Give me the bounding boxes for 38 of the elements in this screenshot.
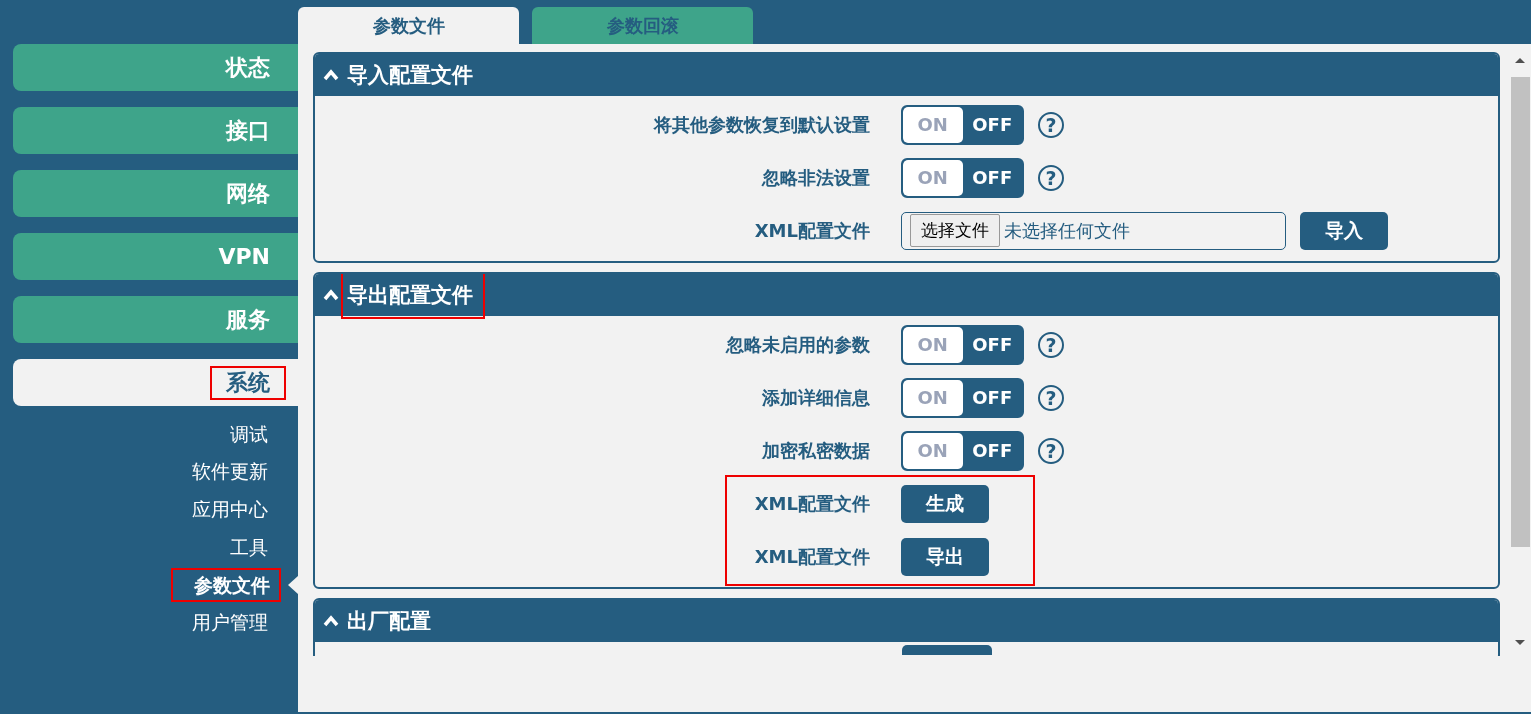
submenu-item[interactable]: 用户管理	[192, 609, 268, 636]
action-button[interactable]: 生成	[901, 484, 989, 523]
tab[interactable]: 参数文件	[298, 7, 519, 44]
on-off-toggle[interactable]: ON OFF	[901, 104, 1024, 145]
section-header[interactable]: 出厂配置	[315, 600, 1498, 642]
on-off-toggle[interactable]: ON OFF	[901, 430, 1024, 471]
field-label: 忽略未启用的参数	[724, 332, 870, 357]
field-label: XML配置文件	[753, 544, 870, 569]
import-button[interactable]: 导入	[1300, 211, 1388, 250]
field-label: 加密私密数据	[761, 438, 870, 463]
field-label: XML配置文件	[753, 491, 870, 516]
on-off-toggle[interactable]: ON OFF	[901, 324, 1024, 365]
submenu-item[interactable]: 应用中心	[192, 497, 268, 523]
field-label: 将其他参数恢复到默认设置	[652, 112, 870, 137]
help-icon[interactable]: ?	[1038, 111, 1064, 138]
sidebar-item[interactable]: 系统	[13, 359, 298, 406]
file-input[interactable]: 选择文件 未选择任何文件	[901, 211, 1286, 250]
help-icon[interactable]: ?	[1038, 437, 1064, 464]
field-label: 忽略非法设置	[760, 165, 870, 190]
help-icon[interactable]: ?	[1038, 384, 1064, 411]
section-title: 导出配置文件	[343, 274, 483, 317]
submenu-item[interactable]: 调试	[230, 421, 268, 448]
help-icon[interactable]: ?	[1038, 164, 1064, 191]
submenu-item[interactable]: 软件更新	[192, 459, 268, 486]
field-label: 添加详细信息	[761, 385, 870, 410]
on-off-toggle[interactable]: ON OFF	[901, 377, 1024, 418]
section-title: 导入配置文件	[347, 62, 473, 89]
submenu-item[interactable]: 工具	[230, 534, 268, 561]
section-header[interactable]: 导出配置文件	[315, 274, 1498, 316]
section-title: 出厂配置	[347, 608, 431, 635]
action-button[interactable]: 导出	[901, 537, 989, 576]
field-label: XML配置文件	[753, 218, 870, 243]
choose-file-button[interactable]: 选择文件	[910, 214, 1000, 247]
file-name: 未选择任何文件	[1004, 218, 1130, 243]
section-header[interactable]: 导入配置文件	[315, 54, 1498, 96]
on-off-toggle[interactable]: ON OFF	[901, 157, 1024, 198]
help-icon[interactable]: ?	[1038, 331, 1064, 358]
submenu-item[interactable]: 参数文件	[174, 571, 278, 600]
